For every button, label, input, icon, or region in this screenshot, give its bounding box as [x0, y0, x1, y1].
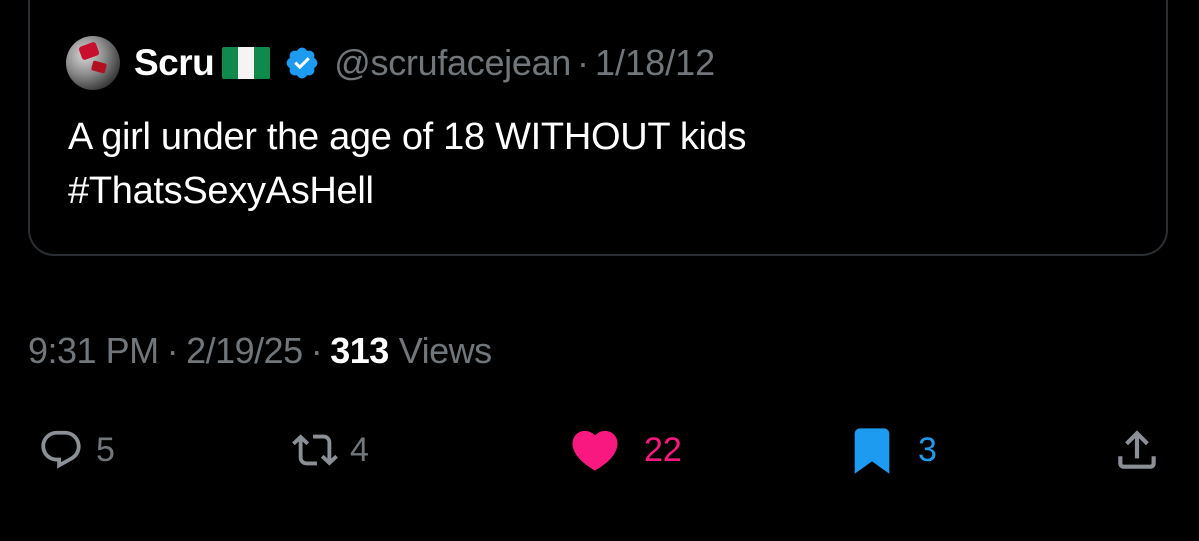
reply-button[interactable]: 5: [38, 420, 115, 480]
quoted-tweet-date[interactable]: 1/18/12: [595, 42, 715, 84]
reply-count: 5: [96, 430, 115, 469]
quoted-tweet-header: Scru @scrufacejean · 1/18/12: [66, 36, 715, 90]
bookmark-icon: [854, 428, 890, 474]
heart-icon: [572, 430, 618, 471]
tweet-meta: 9:31 PM · 2/19/25 · 313 Views: [28, 330, 492, 372]
reply-icon: [41, 430, 81, 469]
user-handle[interactable]: @scrufacejean: [334, 42, 571, 84]
meta-separator: ·: [166, 330, 179, 371]
quoted-tweet-card[interactable]: Scru @scrufacejean · 1/18/12 A girl unde…: [28, 0, 1168, 256]
avatar[interactable]: [66, 36, 120, 90]
tweet-time[interactable]: 9:31 PM: [28, 330, 159, 372]
quoted-tweet-text: A girl under the age of 18 WITHOUT kids …: [68, 110, 1148, 218]
repost-button[interactable]: 4: [292, 420, 369, 480]
bookmark-button[interactable]: 3: [846, 420, 937, 480]
like-count: 22: [644, 430, 682, 469]
meta-separator-2: ·: [310, 330, 323, 371]
tweet-actions-bar: 5 4 22 3: [0, 420, 1199, 480]
views-label: Views: [398, 330, 492, 371]
quoted-tweet-text-line1: A girl under the age of 18 WITHOUT kids: [68, 116, 747, 158]
tweet-date[interactable]: 2/19/25: [186, 330, 303, 372]
nigeria-flag-icon: [222, 47, 271, 79]
header-separator: ·: [577, 42, 590, 83]
bookmark-count: 3: [918, 430, 937, 469]
repost-count: 4: [350, 430, 369, 469]
repost-icon: [292, 434, 338, 466]
share-icon: [1118, 430, 1156, 469]
views-count[interactable]: 313: [330, 330, 389, 372]
hashtag-link[interactable]: #ThatsSexyAsHell: [68, 164, 1148, 218]
like-button[interactable]: 22: [568, 420, 682, 480]
share-button[interactable]: [1112, 420, 1162, 480]
verified-badge-icon: [286, 47, 318, 79]
display-name[interactable]: Scru: [134, 42, 215, 84]
